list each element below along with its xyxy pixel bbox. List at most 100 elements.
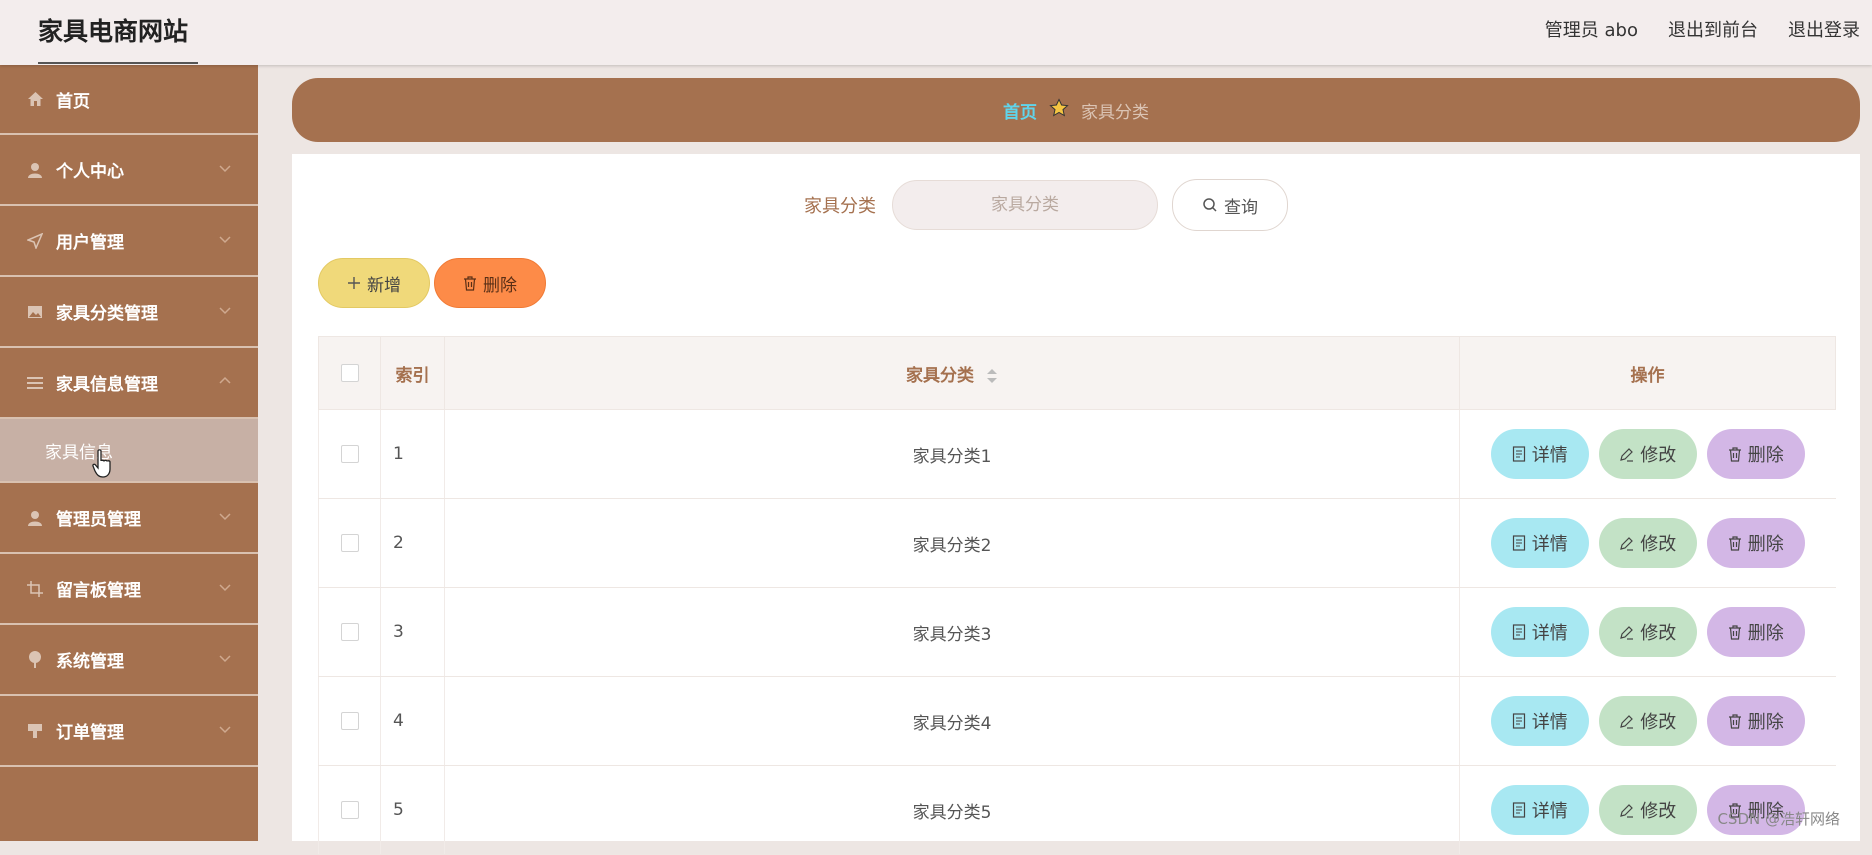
- chevron-down-icon: [219, 236, 231, 244]
- table-row: 1 家具分类1 详情 修改 删除: [318, 409, 1836, 499]
- row-delete-button[interactable]: 删除: [1706, 518, 1805, 568]
- row-checkbox[interactable]: [340, 801, 359, 819]
- row-checkbox[interactable]: [340, 534, 359, 552]
- row-index: 4: [380, 676, 445, 766]
- batch-delete-button[interactable]: 删除: [434, 258, 546, 308]
- index-header: 索引: [380, 336, 445, 410]
- row-checkbox[interactable]: [340, 623, 359, 641]
- edit-button[interactable]: 修改: [1598, 607, 1697, 657]
- edit-label: 修改: [1640, 712, 1677, 733]
- actions-header: 操作: [1459, 336, 1836, 410]
- row-delete-label: 删除: [1747, 623, 1784, 644]
- edit-label: 修改: [1640, 445, 1677, 466]
- exit-to-front-link[interactable]: 退出到前台: [1668, 16, 1758, 42]
- plus-icon: [348, 277, 360, 289]
- edit-button[interactable]: 修改: [1598, 785, 1697, 835]
- sidebar-subitem-furniture-info[interactable]: 家具信息: [0, 419, 258, 483]
- table-row: 5 家具分类5 详情 修改 删除: [318, 765, 1836, 855]
- row-actions-cell: 详情 修改 删除: [1459, 498, 1836, 588]
- search-row: 家具分类 查询: [292, 179, 1860, 231]
- row-index: 2: [380, 498, 445, 588]
- sidebar-item-label: 订单管理: [56, 723, 124, 743]
- logout-link[interactable]: 退出登录: [1788, 16, 1860, 42]
- detail-button[interactable]: 详情: [1490, 607, 1589, 657]
- detail-label: 详情: [1531, 445, 1568, 466]
- top-header: 家具电商网站 管理员 abo 退出到前台 退出登录: [0, 0, 1872, 65]
- document-icon: [1512, 446, 1525, 462]
- row-category-name: 家具分类5: [444, 765, 1460, 855]
- table-row: 3 家具分类3 详情 修改 删除: [318, 587, 1836, 677]
- name-header-label: 家具分类: [906, 365, 975, 386]
- chevron-down-icon: [219, 165, 231, 173]
- sidebar-item-label: 系统管理: [56, 652, 124, 672]
- sidebar-item-category-management[interactable]: 家具分类管理: [0, 277, 258, 348]
- sidebar-item-personal-center[interactable]: 个人中心: [0, 135, 258, 206]
- row-checkbox[interactable]: [340, 445, 359, 463]
- row-category-name: 家具分类4: [444, 676, 1460, 766]
- edit-button[interactable]: 修改: [1598, 518, 1697, 568]
- chevron-down-icon: [219, 307, 231, 315]
- breadcrumb: 首页 家具分类: [292, 78, 1860, 142]
- select-all-cell: [318, 336, 381, 410]
- sidebar-item-user-management[interactable]: 用户管理: [0, 206, 258, 277]
- row-delete-button[interactable]: 删除: [1706, 696, 1805, 746]
- sidebar-item-system-management[interactable]: 系统管理: [0, 625, 258, 696]
- user-icon: [26, 509, 44, 527]
- add-button[interactable]: 新增: [318, 258, 430, 308]
- edit-label: 修改: [1640, 801, 1677, 822]
- row-delete-label: 删除: [1747, 712, 1784, 733]
- stamp-icon: [26, 722, 44, 740]
- menu-icon: [26, 374, 44, 392]
- row-select-cell: [318, 409, 381, 499]
- sidebar-item-label: 家具分类管理: [56, 304, 158, 324]
- row-actions-cell: 详情 修改 删除: [1459, 409, 1836, 499]
- breadcrumb-home[interactable]: 首页: [1003, 98, 1037, 123]
- row-index: 5: [380, 765, 445, 855]
- edit-button[interactable]: 修改: [1598, 429, 1697, 479]
- category-search-input[interactable]: [892, 180, 1158, 230]
- row-select-cell: [318, 587, 381, 677]
- sidebar-item-home[interactable]: 首页: [0, 65, 258, 135]
- document-icon: [1512, 624, 1525, 640]
- search-button[interactable]: 查询: [1172, 179, 1288, 231]
- header-links: 管理员 abo 退出到前台 退出登录: [1545, 16, 1860, 42]
- select-all-checkbox[interactable]: [340, 364, 359, 382]
- detail-button[interactable]: 详情: [1490, 429, 1589, 479]
- pencil-icon: [1620, 447, 1634, 462]
- document-icon: [1512, 802, 1525, 818]
- sidebar-item-label: 个人中心: [56, 162, 124, 182]
- table-row: 4 家具分类4 详情 修改 删除: [318, 676, 1836, 766]
- row-delete-button[interactable]: 删除: [1706, 607, 1805, 657]
- sidebar-item-admin-management[interactable]: 管理员管理: [0, 483, 258, 554]
- edit-label: 修改: [1640, 534, 1677, 555]
- sidebar-item-message-board[interactable]: 留言板管理: [0, 554, 258, 625]
- trash-icon: [1728, 535, 1741, 551]
- chevron-up-icon: [219, 376, 231, 384]
- title-underline: [38, 62, 198, 64]
- sidebar-item-label: 用户管理: [56, 233, 124, 253]
- detail-button[interactable]: 详情: [1490, 518, 1589, 568]
- row-select-cell: [318, 498, 381, 588]
- picture-icon: [26, 303, 44, 321]
- chevron-down-icon: [219, 513, 231, 521]
- admin-user-link[interactable]: 管理员 abo: [1545, 16, 1638, 42]
- hand-cursor-icon: [92, 449, 111, 478]
- trash-icon: [1728, 624, 1741, 640]
- detail-button[interactable]: 详情: [1490, 696, 1589, 746]
- name-header[interactable]: 家具分类: [444, 336, 1460, 410]
- edit-label: 修改: [1640, 623, 1677, 644]
- row-index: 3: [380, 587, 445, 677]
- detail-button[interactable]: 详情: [1490, 785, 1589, 835]
- sidebar-item-order-management[interactable]: 订单管理: [0, 696, 258, 767]
- sidebar-item-label: 留言板管理: [56, 581, 141, 601]
- row-delete-button[interactable]: 删除: [1706, 429, 1805, 479]
- sort-icon[interactable]: [986, 368, 998, 384]
- content-panel: 家具分类 查询 新增 删除 索引 家具分类 操作: [292, 154, 1860, 855]
- sidebar-item-furniture-info-management[interactable]: 家具信息管理: [0, 348, 258, 419]
- edit-button[interactable]: 修改: [1598, 696, 1697, 746]
- pin-icon: [26, 651, 44, 669]
- row-actions-cell: 详情 修改 删除: [1459, 587, 1836, 677]
- row-checkbox[interactable]: [340, 712, 359, 730]
- delete-button-label: 删除: [483, 275, 517, 296]
- sidebar-item-label: 首页: [56, 91, 90, 112]
